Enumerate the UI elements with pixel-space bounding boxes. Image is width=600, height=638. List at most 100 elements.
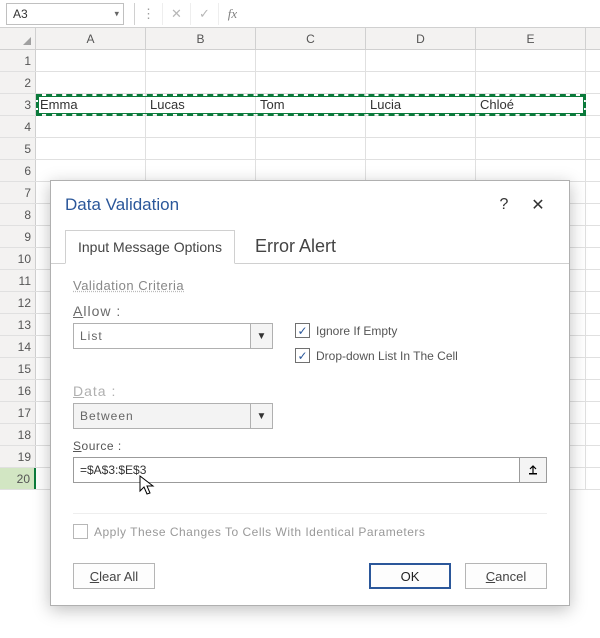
cell[interactable] <box>366 50 476 71</box>
formula-input[interactable] <box>246 3 600 25</box>
cell[interactable] <box>146 72 256 93</box>
row-header[interactable]: 8 <box>0 204 36 225</box>
dialog-tabs: Input Message Options Error Alert <box>51 229 569 264</box>
cell[interactable]: Tom <box>256 94 366 115</box>
source-input[interactable] <box>73 457 519 483</box>
cell[interactable] <box>256 116 366 137</box>
chevron-down-icon[interactable]: ▼ <box>250 324 272 348</box>
cell[interactable] <box>256 50 366 71</box>
cell[interactable]: Chloé <box>476 94 586 115</box>
dropdown-in-cell-checkbox[interactable]: ✓ Drop-down List In The Cell <box>295 348 458 363</box>
cell[interactable] <box>366 138 476 159</box>
cancel-button[interactable]: Cancel <box>465 563 547 589</box>
ignore-empty-checkbox[interactable]: ✓ Ignore If Empty <box>295 323 458 338</box>
cell[interactable] <box>256 160 366 181</box>
data-label: Data : <box>73 383 273 399</box>
cell[interactable] <box>366 116 476 137</box>
ok-button[interactable]: OK <box>369 563 451 589</box>
clear-all-button[interactable]: Clear All <box>73 563 155 589</box>
row-header[interactable]: 4 <box>0 116 36 137</box>
row-header[interactable]: 17 <box>0 402 36 423</box>
table-row: 1 <box>0 50 600 72</box>
cell[interactable] <box>36 116 146 137</box>
table-row: 2 <box>0 72 600 94</box>
row-header[interactable]: 12 <box>0 292 36 313</box>
dropdown-in-cell-label: Drop-down List In The Cell <box>316 349 458 363</box>
table-row: 3EmmaLucasTomLuciaChloé <box>0 94 600 116</box>
cell[interactable] <box>366 160 476 181</box>
close-icon[interactable]: ✕ <box>521 191 555 219</box>
cell[interactable]: Emma <box>36 94 146 115</box>
fx-icon[interactable]: fx <box>218 3 246 25</box>
row-header[interactable]: 19 <box>0 446 36 467</box>
cell[interactable] <box>476 72 586 93</box>
row-header[interactable]: 1 <box>0 50 36 71</box>
tab-error-alert[interactable]: Error Alert <box>241 230 350 264</box>
allow-value: List <box>74 329 250 343</box>
data-select: Between ▼ <box>73 403 273 429</box>
cell[interactable] <box>146 116 256 137</box>
cell[interactable] <box>256 72 366 93</box>
help-button[interactable]: ? <box>487 191 521 219</box>
checkmark-icon: ✓ <box>295 348 310 363</box>
column-header[interactable]: C <box>256 28 366 49</box>
chevron-down-icon: ▼ <box>250 404 272 428</box>
table-row: 5 <box>0 138 600 160</box>
column-headers: A B C D E <box>0 28 600 50</box>
cell[interactable] <box>146 138 256 159</box>
row-header[interactable]: 7 <box>0 182 36 203</box>
checkmark-icon: ✓ <box>295 323 310 338</box>
row-header[interactable]: 11 <box>0 270 36 291</box>
row-header[interactable]: 10 <box>0 248 36 269</box>
cell[interactable] <box>476 50 586 71</box>
dialog-buttons: Clear All OK Cancel <box>51 549 569 605</box>
table-row: 4 <box>0 116 600 138</box>
cell[interactable]: Lucia <box>366 94 476 115</box>
cell[interactable] <box>476 160 586 181</box>
dialog-body: Validation Criteria Allow : List ▼ ✓ Ign… <box>51 264 569 549</box>
dialog-title: Data Validation <box>65 195 487 215</box>
cancel-icon[interactable]: ✕ <box>162 3 190 25</box>
row-header[interactable]: 16 <box>0 380 36 401</box>
row-header[interactable]: 3 <box>0 94 36 115</box>
expand-down-icon[interactable]: ⋮ <box>134 3 162 25</box>
cell[interactable]: Lucas <box>146 94 256 115</box>
row-header[interactable]: 6 <box>0 160 36 181</box>
tab-input-message[interactable]: Input Message Options <box>65 230 235 264</box>
cell[interactable] <box>366 72 476 93</box>
row-header[interactable]: 18 <box>0 424 36 445</box>
row-header[interactable]: 15 <box>0 358 36 379</box>
name-box-value: A3 <box>13 7 28 21</box>
allow-select[interactable]: List ▼ <box>73 323 273 349</box>
cell[interactable] <box>146 160 256 181</box>
row-header[interactable]: 14 <box>0 336 36 357</box>
select-all-corner[interactable] <box>0 28 36 49</box>
row-header[interactable]: 13 <box>0 314 36 335</box>
cell[interactable] <box>476 116 586 137</box>
cell[interactable] <box>256 138 366 159</box>
dialog-titlebar: Data Validation ? ✕ <box>51 181 569 229</box>
criteria-heading: Validation Criteria <box>73 278 547 293</box>
column-header[interactable]: A <box>36 28 146 49</box>
cell[interactable] <box>36 72 146 93</box>
cell[interactable] <box>36 160 146 181</box>
chevron-down-icon[interactable]: ▾ <box>114 8 119 19</box>
checkbox-icon <box>73 524 88 539</box>
row-header[interactable]: 20 <box>0 468 36 489</box>
cell[interactable] <box>36 138 146 159</box>
column-header[interactable]: E <box>476 28 586 49</box>
column-header[interactable]: B <box>146 28 256 49</box>
column-header[interactable]: D <box>366 28 476 49</box>
formula-bar: A3 ▾ ⋮ ✕ ✓ fx <box>0 0 600 28</box>
cell[interactable] <box>36 50 146 71</box>
row-header[interactable]: 9 <box>0 226 36 247</box>
apply-same-settings-checkbox[interactable]: Apply These Changes To Cells With Identi… <box>73 513 547 539</box>
cell[interactable] <box>476 138 586 159</box>
collapse-dialog-icon[interactable] <box>519 457 547 483</box>
name-box[interactable]: A3 ▾ <box>6 3 124 25</box>
row-header[interactable]: 2 <box>0 72 36 93</box>
cell[interactable] <box>146 50 256 71</box>
row-header[interactable]: 5 <box>0 138 36 159</box>
enter-icon[interactable]: ✓ <box>190 3 218 25</box>
apply-label: Apply These Changes To Cells With Identi… <box>94 525 425 539</box>
